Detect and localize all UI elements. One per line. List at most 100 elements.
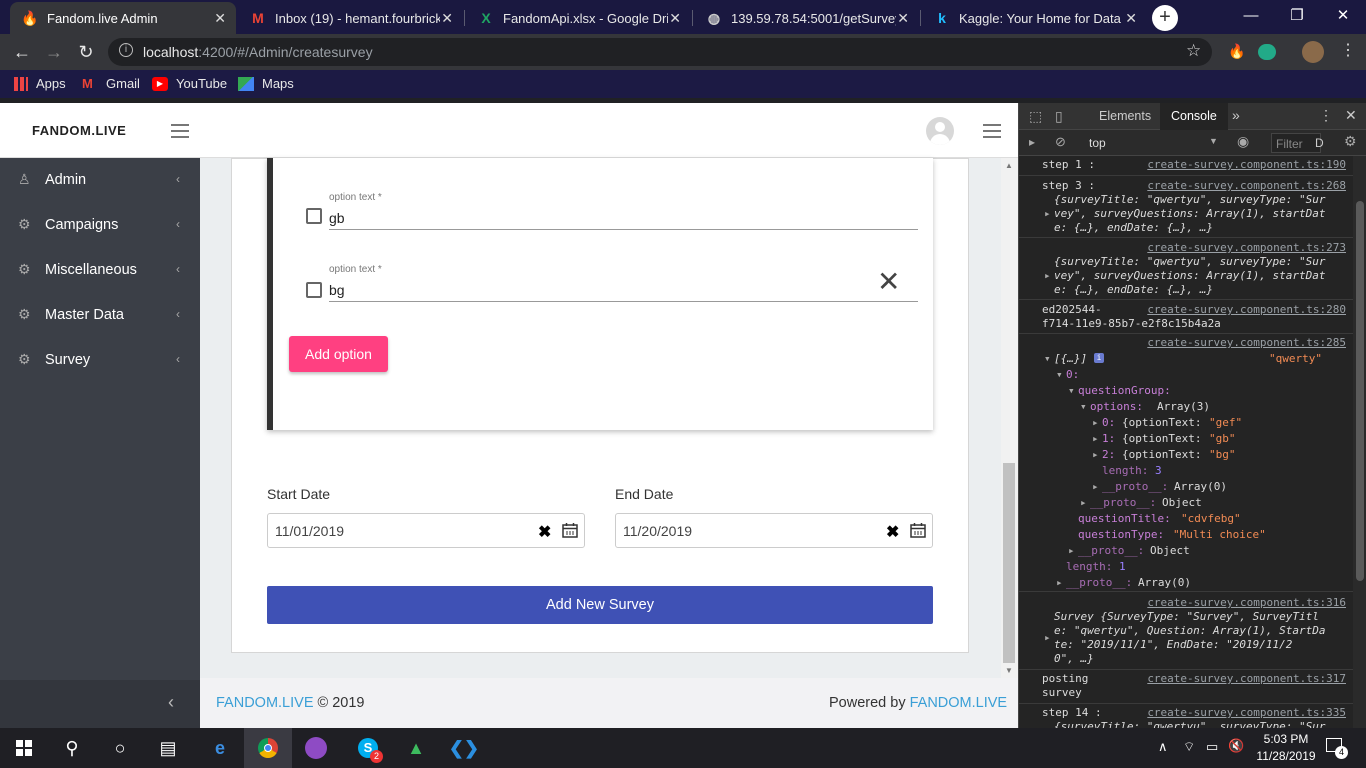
volume-muted-icon[interactable]: 🔇	[1228, 738, 1244, 754]
devtools-close-icon[interactable]: ✕	[1345, 107, 1357, 124]
chrome-icon[interactable]	[244, 728, 292, 768]
bookmark-gmail[interactable]: M Gmail	[82, 76, 140, 91]
clear-date-icon[interactable]: ✖	[538, 522, 551, 542]
sidebar-item-campaigns[interactable]: ⚙ Campaigns ‹	[0, 203, 200, 248]
log-levels-select[interactable]: D	[1315, 136, 1324, 150]
close-icon[interactable]: ✕	[441, 10, 453, 27]
collapse-arrow-icon[interactable]: ▾	[1044, 352, 1051, 365]
system-clock[interactable]: 5:03 PM 11/28/2019	[1245, 731, 1327, 765]
collapse-arrow-icon[interactable]: ▾	[1068, 384, 1075, 397]
dropdown-arrow-icon[interactable]: ▼	[1209, 136, 1218, 146]
context-select[interactable]: top	[1089, 136, 1106, 150]
sidebar-collapse-button[interactable]: ‹	[0, 680, 200, 728]
scrollbar-thumb[interactable]	[1003, 463, 1015, 663]
window-close-button[interactable]: ✕	[1320, 0, 1366, 32]
option-checkbox[interactable]	[306, 282, 322, 298]
device-toolbar-icon[interactable]: ▯	[1055, 108, 1063, 125]
expand-arrow-icon[interactable]: ▸	[1068, 544, 1075, 557]
sidebar-item-miscellaneous[interactable]: ⚙ Miscellaneous ‹	[0, 248, 200, 293]
sidebar-item-admin[interactable]: ♙ Admin ‹	[0, 158, 200, 203]
clear-date-icon[interactable]: ✖	[886, 522, 899, 542]
footer-brand-link[interactable]: FANDOM.LIVE	[216, 695, 314, 711]
forward-arrow-icon[interactable]: →	[42, 40, 66, 64]
minimize-button[interactable]: —	[1228, 0, 1274, 32]
search-icon[interactable]: ⚲	[48, 728, 96, 768]
expand-arrow-icon[interactable]: ▸	[1044, 631, 1051, 644]
add-new-survey-button[interactable]: Add New Survey	[267, 586, 933, 624]
log-source-link[interactable]: create-survey.component.ts:280	[1147, 303, 1346, 316]
scroll-up-arrow-icon[interactable]: ▲	[1005, 161, 1013, 170]
bookmark-apps[interactable]: Apps	[14, 76, 66, 91]
start-date-input[interactable]: 11/01/2019 ✖	[267, 513, 585, 548]
scrollbar-thumb[interactable]	[1356, 201, 1364, 581]
github-desktop-icon[interactable]	[292, 728, 340, 768]
bookmark-maps[interactable]: Maps	[238, 76, 294, 91]
option-field-bg[interactable]: option text * bg ✕	[329, 264, 918, 302]
bookmark-star-icon[interactable]: ☆	[1186, 41, 1201, 61]
info-icon[interactable]: i	[119, 43, 133, 57]
sidebar-item-survey[interactable]: ⚙ Survey ‹	[0, 338, 200, 383]
option-checkbox[interactable]	[306, 208, 322, 224]
expand-arrow-icon[interactable]: ▸	[1044, 207, 1051, 220]
tab-fandom-admin[interactable]: 🔥 Fandom.live Admin ✕	[10, 2, 236, 34]
devtools-menu-icon[interactable]: ⋮	[1319, 107, 1333, 124]
bookmark-youtube[interactable]: ▶ YouTube	[152, 76, 227, 91]
expand-arrow-icon[interactable]: ▸	[1092, 448, 1099, 461]
footer-powered-brand-link[interactable]: FANDOM.LIVE	[910, 695, 1008, 711]
tab-get-survey[interactable]: ◍ 139.59.78.54:5001/getSurveyM ✕	[694, 2, 919, 34]
collapse-arrow-icon[interactable]: ▾	[1056, 368, 1063, 381]
expand-arrow-icon[interactable]: ▸	[1056, 576, 1063, 589]
maximize-button[interactable]: ❐	[1274, 0, 1320, 32]
more-tabs-icon[interactable]: »	[1232, 107, 1240, 123]
collapse-arrow-icon[interactable]: ▾	[1080, 400, 1087, 413]
vscode-icon[interactable]: ❮❯	[440, 728, 488, 768]
close-icon[interactable]: ✕	[214, 10, 226, 27]
close-icon[interactable]: ✕	[669, 10, 681, 27]
log-source-link[interactable]: create-survey.component.ts:190	[1147, 158, 1346, 171]
back-arrow-icon[interactable]: ←	[10, 40, 34, 64]
hamburger-menu-icon[interactable]	[171, 124, 189, 138]
sidebar-toggle-icon[interactable]: ▸	[1029, 135, 1035, 149]
page-scrollbar[interactable]: ▲ ▼	[1001, 158, 1018, 678]
tab-console[interactable]: Console	[1160, 103, 1228, 130]
expand-arrow-icon[interactable]: ▸	[1092, 416, 1099, 429]
log-source-link[interactable]: create-survey.component.ts:268	[1147, 179, 1346, 192]
app-logo[interactable]: FANDOM.LIVE	[32, 123, 126, 138]
add-option-button[interactable]: Add option	[289, 336, 388, 372]
edge-icon[interactable]: e	[196, 728, 244, 768]
profile-avatar[interactable]	[1302, 41, 1324, 63]
browser-menu-icon[interactable]: ⋮	[1340, 40, 1356, 60]
expand-arrow-icon[interactable]: ▸	[1092, 432, 1099, 445]
extension-fire-icon[interactable]: 🔥	[1228, 43, 1245, 61]
console-settings-gear-icon[interactable]: ⚙	[1344, 133, 1357, 150]
tab-kaggle[interactable]: k Kaggle: Your Home for Data Sc ✕	[922, 2, 1147, 34]
tab-gmail[interactable]: M Inbox (19) - hemant.fourbrick@ ✕	[238, 2, 463, 34]
info-badge-icon[interactable]: i	[1094, 353, 1104, 363]
log-source-link[interactable]: create-survey.component.ts:273	[1147, 241, 1346, 254]
new-tab-button[interactable]: +	[1152, 5, 1178, 31]
windows-start-icon[interactable]	[0, 728, 48, 768]
skype-icon[interactable]: S 2	[344, 728, 392, 768]
option-field-gb[interactable]: option text * gb	[329, 192, 918, 230]
expand-arrow-icon[interactable]: ▸	[1080, 496, 1087, 509]
cortana-circle-icon[interactable]: ○	[96, 728, 144, 768]
tab-google-drive[interactable]: X FandomApi.xlsx - Google Drive ✕	[466, 2, 691, 34]
tab-elements[interactable]: Elements	[1099, 109, 1151, 123]
task-view-icon[interactable]: ▤	[144, 728, 192, 768]
calendar-icon[interactable]	[910, 522, 926, 538]
calendar-icon[interactable]	[562, 522, 578, 538]
wifi-icon[interactable]: ⌔	[1183, 739, 1195, 755]
rocket-app-icon[interactable]: ▲	[392, 728, 440, 768]
console-scrollbar[interactable]	[1353, 156, 1366, 728]
battery-icon[interactable]: ▭	[1206, 739, 1218, 755]
live-expression-eye-icon[interactable]: ◉	[1237, 133, 1249, 150]
reload-icon[interactable]: ↻	[74, 40, 98, 64]
extension-globe-icon[interactable]	[1258, 44, 1276, 60]
scroll-down-arrow-icon[interactable]: ▼	[1005, 666, 1013, 675]
chevron-up-icon[interactable]: ∧	[1158, 739, 1168, 755]
expand-arrow-icon[interactable]: ▸	[1044, 269, 1051, 282]
clear-console-icon[interactable]: ⊘	[1055, 134, 1066, 150]
user-avatar[interactable]	[926, 117, 954, 145]
log-source-link[interactable]: create-survey.component.ts:285	[1147, 336, 1346, 349]
sidebar-item-master-data[interactable]: ⚙ Master Data ‹	[0, 293, 200, 338]
